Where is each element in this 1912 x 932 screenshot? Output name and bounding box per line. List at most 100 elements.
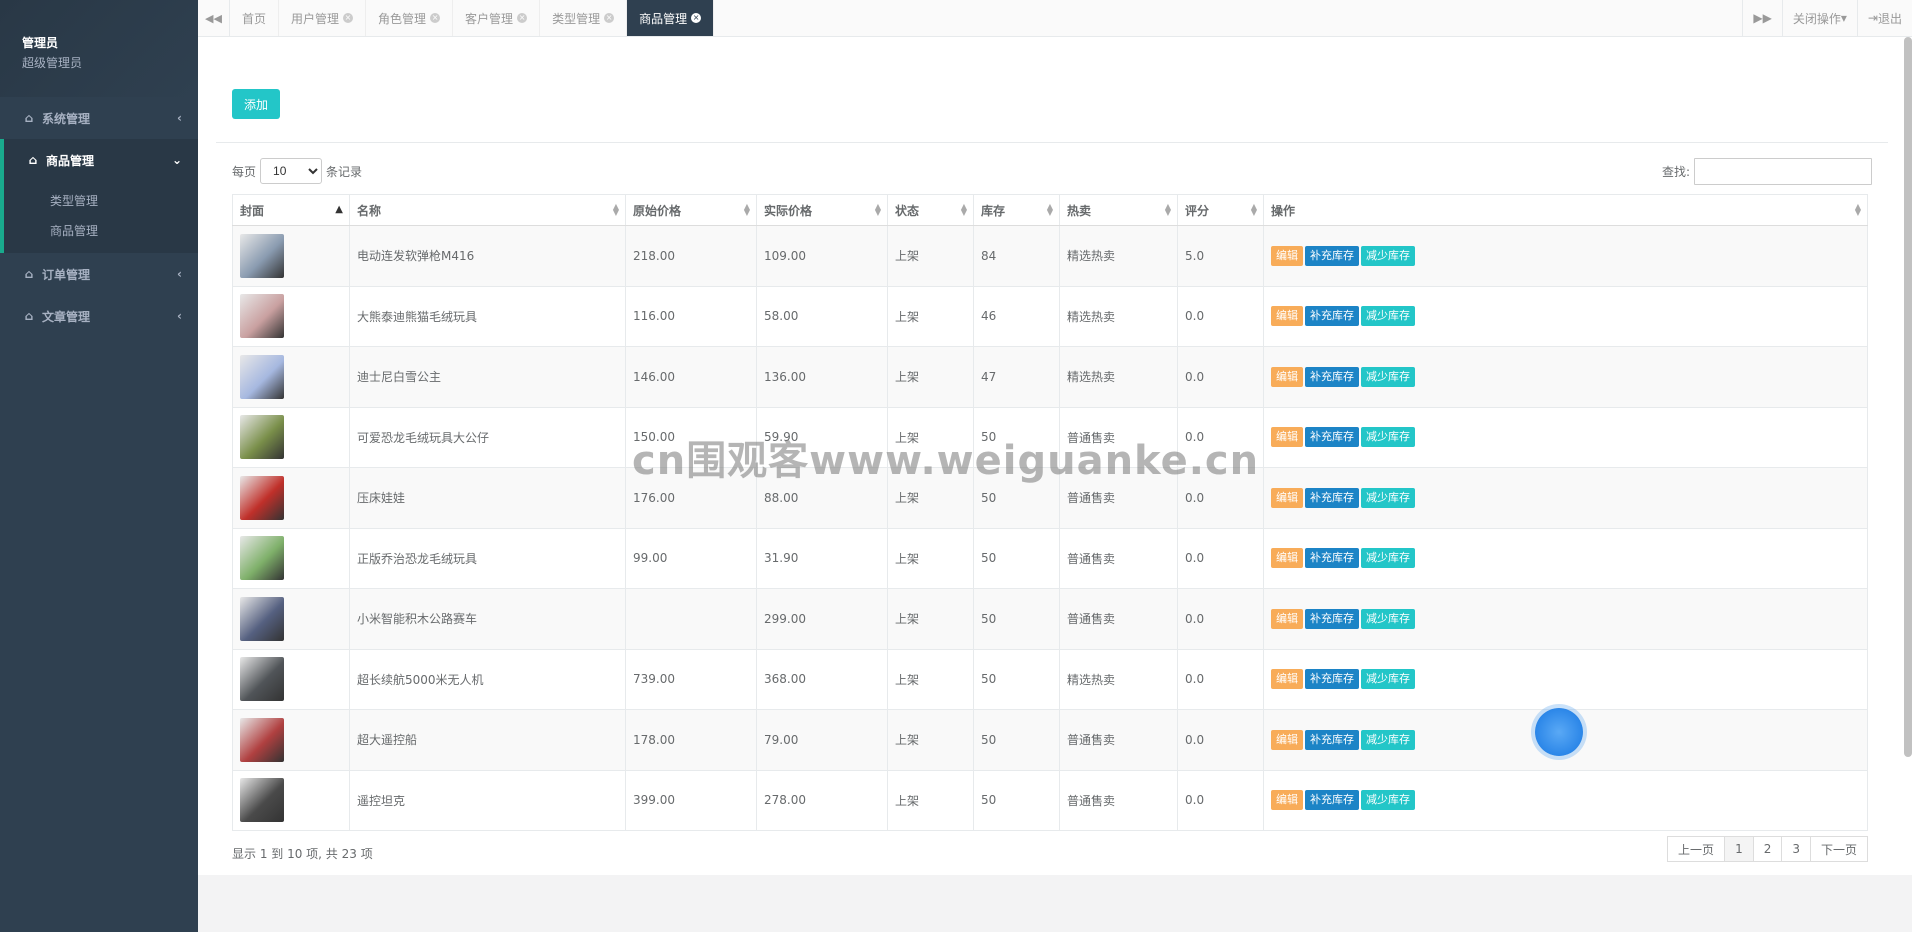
reduce-stock-button[interactable]: 减少库存 xyxy=(1361,427,1415,448)
col-hot[interactable]: 热卖 ▲ ▼ xyxy=(1059,194,1178,226)
tab-customer[interactable]: 客户管理 × xyxy=(453,0,541,36)
edit-button[interactable]: 编辑 xyxy=(1271,790,1303,811)
cell-ops: 编辑 补充库存 减少库存 xyxy=(1263,346,1868,408)
nav-item-order[interactable]: ⌂ 订单管理 ‹ xyxy=(0,253,198,295)
edit-button[interactable]: 编辑 xyxy=(1271,366,1303,387)
reduce-stock-button[interactable]: 减少库存 xyxy=(1361,366,1415,387)
add-stock-button[interactable]: 补充库存 xyxy=(1305,790,1359,811)
cell-orig: 218.00 xyxy=(625,225,757,287)
page-2-button[interactable]: 2 xyxy=(1752,836,1783,862)
page-3-button[interactable]: 3 xyxy=(1781,836,1811,862)
add-stock-button[interactable]: 补充库存 xyxy=(1305,427,1359,448)
add-stock-button[interactable]: 补充库存 xyxy=(1305,729,1359,750)
col-label: 名称 xyxy=(357,203,382,218)
close-icon[interactable]: × xyxy=(343,13,354,23)
edit-button[interactable]: 编辑 xyxy=(1271,729,1303,750)
cell-orig: 739.00 xyxy=(625,648,757,710)
col-status[interactable]: 状态 ▲ ▼ xyxy=(887,194,974,226)
cell-cover xyxy=(232,527,350,589)
nav-item-article[interactable]: ⌂ 文章管理 ‹ xyxy=(0,295,198,337)
col-real-price[interactable]: 实际价格 ▲ ▼ xyxy=(756,194,888,226)
cell-cover xyxy=(232,225,350,287)
reduce-stock-button[interactable]: 减少库存 xyxy=(1361,548,1415,569)
next-page-button[interactable]: 下一页 xyxy=(1809,836,1868,862)
add-stock-button[interactable]: 补充库存 xyxy=(1305,487,1359,508)
tab-label: 客户管理 xyxy=(465,11,514,26)
col-orig-price[interactable]: 原始价格 ▲ ▼ xyxy=(625,194,757,226)
close-icon[interactable]: × xyxy=(517,13,528,23)
cell-cover xyxy=(232,346,350,408)
cell-name: 压床娃娃 xyxy=(349,467,626,529)
nav-item-system[interactable]: ⌂ 系统管理 ‹ xyxy=(0,97,198,139)
product-thumbnail xyxy=(240,536,284,581)
cell-cover xyxy=(232,769,350,831)
col-ops[interactable]: 操作 ▲ ▼ xyxy=(1263,194,1868,226)
prev-page-button[interactable]: 上一页 xyxy=(1667,836,1726,862)
edit-button[interactable]: 编辑 xyxy=(1271,669,1303,690)
cell-status: 上架 xyxy=(887,769,974,831)
cell-name: 可爱恐龙毛绒玩具大公仔 xyxy=(349,406,626,468)
tabs-scroll-right-icon[interactable]: ▶▶ xyxy=(1742,0,1781,36)
profile-role: 超级管理员 xyxy=(22,56,83,70)
col-cover[interactable]: 封面 ▲ xyxy=(232,194,350,226)
tab-goods[interactable]: 商品管理 × xyxy=(627,0,715,36)
add-stock-button[interactable]: 补充库存 xyxy=(1305,366,1359,387)
add-button[interactable]: 添加 xyxy=(232,89,280,119)
add-stock-button[interactable]: 补充库存 xyxy=(1305,548,1359,569)
reduce-stock-button[interactable]: 减少库存 xyxy=(1361,487,1415,508)
nav-label: 商品管理 xyxy=(46,153,95,168)
chevron-left-icon: ‹ xyxy=(177,267,182,281)
reduce-stock-button[interactable]: 减少库存 xyxy=(1361,669,1415,690)
edit-button[interactable]: 编辑 xyxy=(1271,548,1303,569)
search-input[interactable] xyxy=(1694,157,1872,185)
tab-home[interactable]: 首页 xyxy=(230,0,280,36)
add-stock-button[interactable]: 补充库存 xyxy=(1305,669,1359,690)
reduce-stock-button[interactable]: 减少库存 xyxy=(1361,729,1415,750)
cell-stock: 50 xyxy=(973,709,1060,771)
product-thumbnail xyxy=(240,294,284,339)
close-icon[interactable]: × xyxy=(430,13,441,23)
edit-button[interactable]: 编辑 xyxy=(1271,306,1303,327)
cell-hot: 精选热卖 xyxy=(1059,225,1178,287)
tab-type[interactable]: 类型管理 × xyxy=(540,0,628,36)
profile-name[interactable]: 管理员 xyxy=(22,34,176,51)
floating-assist-button[interactable] xyxy=(1535,708,1583,756)
nav-item-goods[interactable]: ⌂ 商品管理 ⌄ xyxy=(0,139,198,181)
reduce-stock-button[interactable]: 减少库存 xyxy=(1361,245,1415,266)
close-icon[interactable]: × xyxy=(691,13,702,23)
page-1-button[interactable]: 1 xyxy=(1724,836,1754,862)
col-name[interactable]: 名称 ▲ ▼ xyxy=(349,194,626,226)
edit-button[interactable]: 编辑 xyxy=(1271,608,1303,629)
reduce-stock-button[interactable]: 减少库存 xyxy=(1361,306,1415,327)
cell-hot: 精选热卖 xyxy=(1059,346,1178,408)
edit-button[interactable]: 编辑 xyxy=(1271,427,1303,448)
cell-status: 上架 xyxy=(887,346,974,408)
col-score[interactable]: 评分 ▲ ▼ xyxy=(1177,194,1264,226)
length-prefix: 每页 xyxy=(232,164,257,179)
logout-button[interactable]: ⇥ 退出 xyxy=(1856,0,1912,36)
sort-icon: ▲ ▼ xyxy=(1046,202,1053,217)
close-icon[interactable]: × xyxy=(604,13,615,23)
scrollbar[interactable] xyxy=(1904,37,1912,757)
tabs-bar: ◀◀ 首页 用户管理 × 角色管理 × 客户管理 × 类型管理 × 商品管理 × ▶▶ 关… xyxy=(198,0,1912,37)
sub-item-goods[interactable]: 商品管理 xyxy=(4,215,198,245)
tabs-scroll-left-icon[interactable]: ◀◀ xyxy=(198,0,230,36)
sub-item-type[interactable]: 类型管理 xyxy=(4,185,198,215)
reduce-stock-button[interactable]: 减少库存 xyxy=(1361,790,1415,811)
cell-cover xyxy=(232,406,350,468)
reduce-stock-button[interactable]: 减少库存 xyxy=(1361,608,1415,629)
edit-button[interactable]: 编辑 xyxy=(1271,487,1303,508)
tab-role[interactable]: 角色管理 × xyxy=(366,0,454,36)
add-stock-button[interactable]: 补充库存 xyxy=(1305,608,1359,629)
page-length-select[interactable]: 10 xyxy=(260,158,323,184)
close-ops-dropdown[interactable]: 关闭操作 ▾ xyxy=(1781,0,1857,36)
cell-stock: 50 xyxy=(973,527,1060,589)
cell-hot: 精选热卖 xyxy=(1059,648,1178,710)
cell-cover xyxy=(232,709,350,771)
add-stock-button[interactable]: 补充库存 xyxy=(1305,245,1359,266)
tab-user[interactable]: 用户管理 × xyxy=(279,0,367,36)
caret-down-icon: ▾ xyxy=(1840,11,1847,25)
add-stock-button[interactable]: 补充库存 xyxy=(1305,306,1359,327)
edit-button[interactable]: 编辑 xyxy=(1271,245,1303,266)
col-stock[interactable]: 库存 ▲ ▼ xyxy=(973,194,1060,226)
